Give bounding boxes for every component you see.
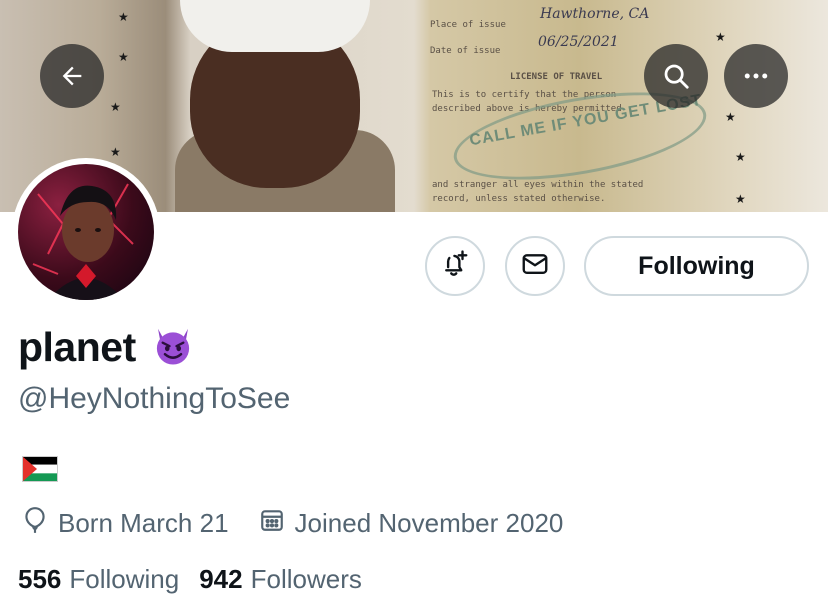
message-button[interactable] (505, 236, 565, 296)
following-stat[interactable]: 556 Following (18, 564, 179, 595)
profile-meta: Born March 21 Joined November 2020 (22, 505, 563, 542)
doc-line: and stranger all eyes within the stated (432, 180, 644, 190)
balloon-icon (22, 505, 58, 542)
banner-handwritten-date: 06/25/2021 (538, 34, 619, 50)
star-icon: ★ (735, 150, 746, 164)
palestine-flag-icon (22, 456, 58, 482)
star-icon: ★ (715, 30, 726, 44)
user-handle: @HeyNothingToSee (18, 382, 291, 415)
search-icon (661, 61, 691, 91)
joined-item: Joined November 2020 (259, 507, 564, 540)
birthday-text: Born March 21 (58, 508, 229, 538)
star-icon: ★ (110, 145, 121, 159)
avatar-frame[interactable] (12, 158, 160, 306)
notifications-button[interactable] (425, 236, 485, 296)
banner-handwritten-place: Hawthorne, CA (540, 6, 650, 22)
doc-line: LICENSE OF TRAVEL (510, 72, 603, 82)
display-name: planet (18, 324, 136, 370)
calendar-icon (259, 507, 295, 540)
display-name-row: planet (18, 322, 196, 373)
followers-label: Followers (250, 564, 362, 594)
arrow-left-icon (58, 62, 86, 90)
following-count: 556 (18, 564, 62, 594)
star-icon: ★ (118, 10, 129, 24)
star-icon: ★ (110, 100, 121, 114)
doc-line: Date of issue (430, 46, 501, 56)
followers-stat[interactable]: 942 Followers (199, 564, 362, 595)
star-icon: ★ (735, 192, 746, 206)
following-label: Following (69, 564, 180, 594)
joined-text: Joined November 2020 (294, 508, 564, 538)
following-button[interactable]: Following (584, 236, 809, 296)
back-button[interactable] (40, 44, 104, 108)
birthday-item: Born March 21 (22, 505, 229, 542)
star-icon: ★ (725, 110, 736, 124)
doc-line: Place of issue (430, 20, 506, 30)
mail-icon (520, 249, 550, 284)
star-icon: ★ (118, 50, 129, 64)
search-button[interactable] (644, 44, 708, 108)
doc-line: record, unless stated otherwise. (432, 194, 606, 204)
follow-stats: 556 Following 942 Followers (18, 564, 362, 595)
bell-plus-icon (440, 249, 470, 284)
more-button[interactable] (724, 44, 788, 108)
banner-cap (180, 0, 370, 52)
more-horizontal-icon (741, 61, 771, 91)
followers-count: 942 (199, 564, 243, 594)
smiling-face-with-horns-icon (150, 322, 196, 373)
avatar[interactable] (18, 164, 154, 300)
